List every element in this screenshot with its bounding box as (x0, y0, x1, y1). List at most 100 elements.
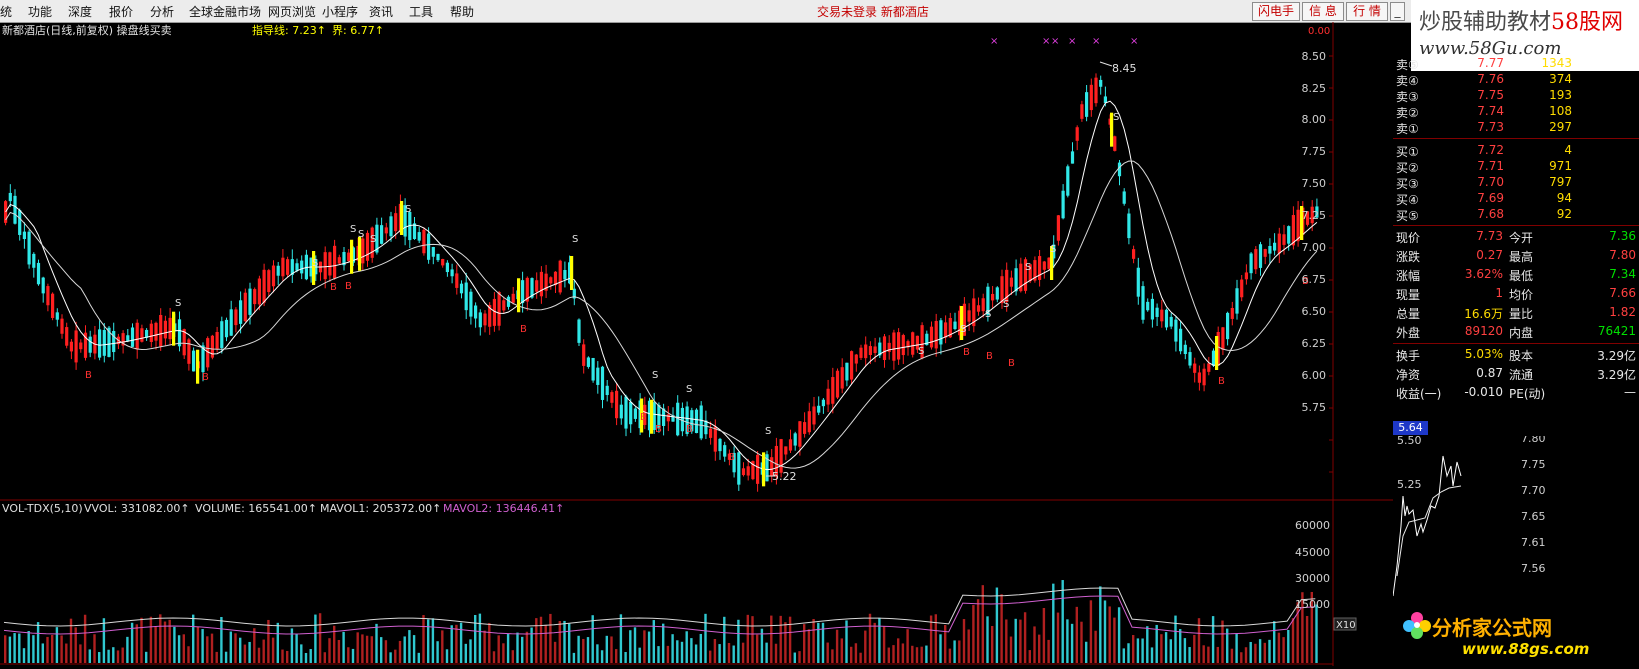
candle-body (1061, 190, 1065, 219)
volume-bar (727, 643, 731, 663)
candle-body (347, 252, 351, 262)
candle-body (436, 253, 440, 261)
volume-bar (1033, 626, 1036, 663)
candle-body (854, 354, 858, 364)
volume-bar (713, 639, 717, 663)
volume-bar (1122, 648, 1125, 663)
menu-web-browse[interactable]: 网页浏览 (268, 3, 316, 20)
volume-bar (1291, 618, 1295, 663)
volume-bar (699, 633, 702, 663)
volume-bar (798, 651, 801, 663)
menu-quote[interactable]: 报价 (109, 3, 133, 20)
flash-trade-button[interactable]: 闪电手 (1252, 2, 1300, 21)
formula-site-logo: 分析家公式网 www.88gs.com (1402, 608, 1639, 666)
candle-body (229, 309, 233, 336)
menu-tools[interactable]: 工具 (409, 3, 433, 20)
volume-bar (4, 635, 7, 663)
volume-bar (629, 630, 632, 663)
volume-bar (27, 630, 30, 663)
volume-bar (516, 632, 519, 663)
candle-body (1038, 256, 1042, 280)
candle-body (469, 291, 473, 317)
candle-body (135, 322, 139, 350)
volume-bar (981, 585, 984, 663)
volume-bar (704, 613, 707, 663)
volume-bar (51, 634, 54, 663)
menu-news[interactable]: 资讯 (369, 3, 393, 20)
info-button[interactable]: 信 息 (1302, 2, 1344, 21)
volume-bar (737, 619, 740, 663)
volume-bar (1282, 637, 1285, 663)
candle-body (699, 405, 703, 439)
candle-body (1221, 327, 1225, 350)
candle-body (224, 319, 229, 338)
candle-body (995, 287, 999, 300)
volume-bar (1315, 604, 1318, 663)
vol-multiplier: X10 (1336, 620, 1356, 631)
volume-bar (530, 627, 533, 663)
menu-analysis[interactable]: 分析 (150, 3, 174, 20)
candle-body (967, 310, 971, 322)
minimize-icon[interactable]: _ (1390, 2, 1405, 21)
menu-global-markets[interactable]: 全球金融市场 (189, 3, 261, 20)
ask-row: 卖① 7.73 297 (1396, 120, 1572, 136)
vol-vvol-label: VVOL: 331082.00↑ (84, 502, 190, 515)
volume-bar (342, 631, 345, 663)
volume-bar (915, 647, 919, 663)
volume-bar (854, 643, 858, 663)
bid-row: 买③ 7.70 797 (1396, 175, 1572, 191)
menu-depth[interactable]: 深度 (68, 3, 92, 20)
volume-bars (4, 580, 1318, 663)
y-tick-7-75: 7.75 (1302, 145, 1327, 158)
candle-body (953, 321, 957, 330)
stat-row: 换手 5.03% 股本 3.29亿 (1396, 347, 1636, 363)
volume-bar (939, 634, 942, 663)
volume-bar (46, 636, 49, 663)
volume-bar (666, 645, 670, 663)
volume-bar (633, 627, 637, 663)
menu-function[interactable]: 功能 (28, 3, 52, 20)
mini-right-tick: 7.65 (1521, 510, 1546, 523)
y-tick-6-00: 6.00 (1302, 369, 1327, 382)
candle-body (215, 332, 219, 350)
volume-bar (525, 631, 529, 663)
volume-bar (445, 649, 449, 663)
volume-bar (803, 624, 806, 663)
candle-body (1287, 226, 1291, 244)
volume-bar (192, 614, 195, 663)
volume-bar (1202, 645, 1205, 663)
volume-bar (375, 623, 378, 663)
candle-body (897, 332, 901, 360)
buy-signal-label: B (202, 372, 209, 383)
y-tick-7-00: 7.00 (1302, 241, 1327, 254)
volume-bar (234, 633, 237, 663)
menu-help[interactable]: 帮助 (450, 3, 474, 20)
stat-row: 涨幅 3.62% 最低 7.34 (1396, 267, 1636, 283)
chart-area: SSSSSSSSSSSSSSSSSBBBBBBBBBBBBBB 新都酒店(日线,… (0, 22, 1393, 666)
candle-body (65, 327, 69, 346)
candle-body (1193, 363, 1197, 373)
signal-candle (650, 399, 654, 434)
candle-body (1160, 309, 1164, 322)
volume-bar (558, 621, 561, 663)
candle-body (991, 293, 995, 301)
candle-body (1174, 319, 1178, 342)
candle-body (1249, 253, 1253, 274)
candle-body (281, 257, 285, 277)
candle-body (1094, 77, 1098, 104)
candle-body (271, 265, 276, 287)
mini-intraday-chart: 5.50 5.25 7.80 7.75 7.70 7.65 7.61 7.56 (1393, 436, 1546, 597)
menu-system[interactable]: 统 (0, 3, 12, 20)
candle-body (112, 330, 116, 353)
candle-body (741, 468, 746, 476)
candle-body (629, 402, 633, 425)
volume-bar (1005, 619, 1008, 663)
menu-mini-program[interactable]: 小程序 (322, 3, 358, 20)
candle-body (18, 210, 22, 235)
candle-body (1183, 344, 1187, 355)
volume-bar (1211, 616, 1215, 663)
ask-row: 卖④ 7.76 374 (1396, 72, 1572, 88)
quote-button[interactable]: 行 情 (1346, 2, 1388, 21)
volume-bar (873, 622, 876, 663)
volume-bar (93, 634, 96, 663)
